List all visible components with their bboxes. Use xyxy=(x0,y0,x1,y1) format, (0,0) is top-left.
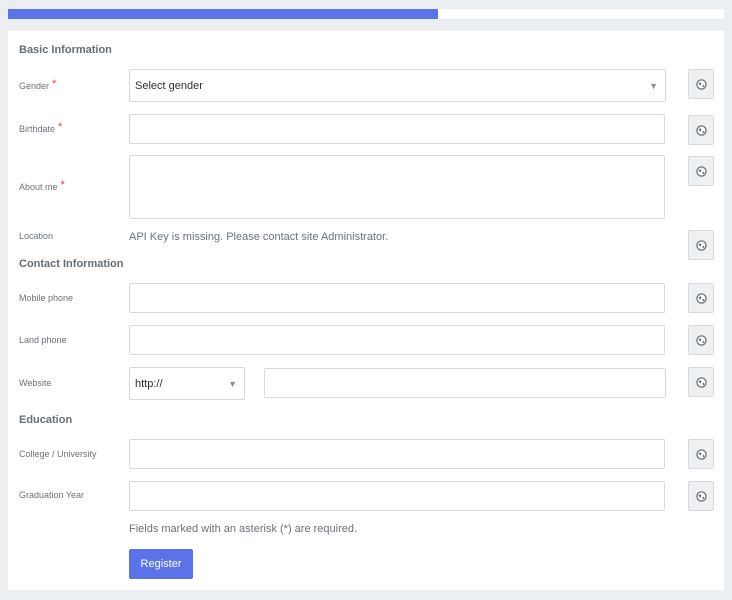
registration-form: Basic Information Gender * Select gender … xyxy=(8,31,724,590)
website-privacy-button[interactable] xyxy=(688,367,714,397)
birthdate-input[interactable] xyxy=(129,114,665,144)
required-note: Fields marked with an asterisk (*) are r… xyxy=(129,523,358,535)
location-privacy-button[interactable] xyxy=(688,230,714,260)
gender-label: Gender * xyxy=(19,78,57,91)
gender-privacy-button[interactable] xyxy=(688,69,714,99)
land-phone-input[interactable] xyxy=(129,325,665,355)
gender-select-value: Select gender xyxy=(135,79,203,92)
globe-icon xyxy=(695,124,707,136)
section-title-education: Education xyxy=(19,414,73,426)
chevron-down-icon: ▼ xyxy=(649,80,658,91)
college-privacy-button[interactable] xyxy=(688,439,714,469)
globe-icon xyxy=(695,376,707,388)
globe-icon xyxy=(695,448,707,460)
progress-fill xyxy=(8,9,438,19)
globe-icon xyxy=(695,165,707,177)
section-title-contact: Contact Information xyxy=(19,258,124,270)
land-phone-label: Land phone xyxy=(19,335,67,345)
globe-icon xyxy=(695,78,707,90)
location-label: Location xyxy=(19,231,54,241)
section-title-basic: Basic Information xyxy=(19,44,112,56)
chevron-down-icon: ▼ xyxy=(228,378,237,389)
globe-icon xyxy=(695,490,707,502)
gender-select[interactable]: Select gender ▼ xyxy=(129,69,666,102)
register-button[interactable]: Register xyxy=(129,549,193,579)
about-me-privacy-button[interactable] xyxy=(688,156,714,186)
website-input[interactable] xyxy=(264,368,666,398)
about-me-label: About me * xyxy=(19,179,65,192)
graduation-year-input[interactable] xyxy=(129,481,665,511)
website-protocol-select[interactable]: http:// ▼ xyxy=(129,367,245,400)
required-marker: * xyxy=(60,179,65,191)
globe-icon xyxy=(695,334,707,346)
globe-icon xyxy=(695,292,707,304)
land-phone-privacy-button[interactable] xyxy=(688,325,714,355)
mobile-phone-label: Mobile phone xyxy=(19,293,74,303)
college-label: College / University xyxy=(19,449,97,459)
location-message: API Key is missing. Please contact site … xyxy=(129,231,389,243)
mobile-phone-input[interactable] xyxy=(129,283,665,313)
website-protocol-value: http:// xyxy=(135,377,163,390)
birthdate-privacy-button[interactable] xyxy=(688,115,714,145)
progress-bar xyxy=(8,9,724,19)
required-marker: * xyxy=(52,78,57,90)
birthdate-label: Birthdate * xyxy=(19,121,63,134)
required-marker: * xyxy=(58,121,63,133)
globe-icon xyxy=(695,239,707,251)
website-label: Website xyxy=(19,378,52,388)
mobile-phone-privacy-button[interactable] xyxy=(688,283,714,313)
graduation-year-label: Graduation Year xyxy=(19,490,85,500)
about-me-textarea[interactable] xyxy=(129,155,665,219)
college-input[interactable] xyxy=(129,439,665,469)
graduation-year-privacy-button[interactable] xyxy=(688,481,714,511)
